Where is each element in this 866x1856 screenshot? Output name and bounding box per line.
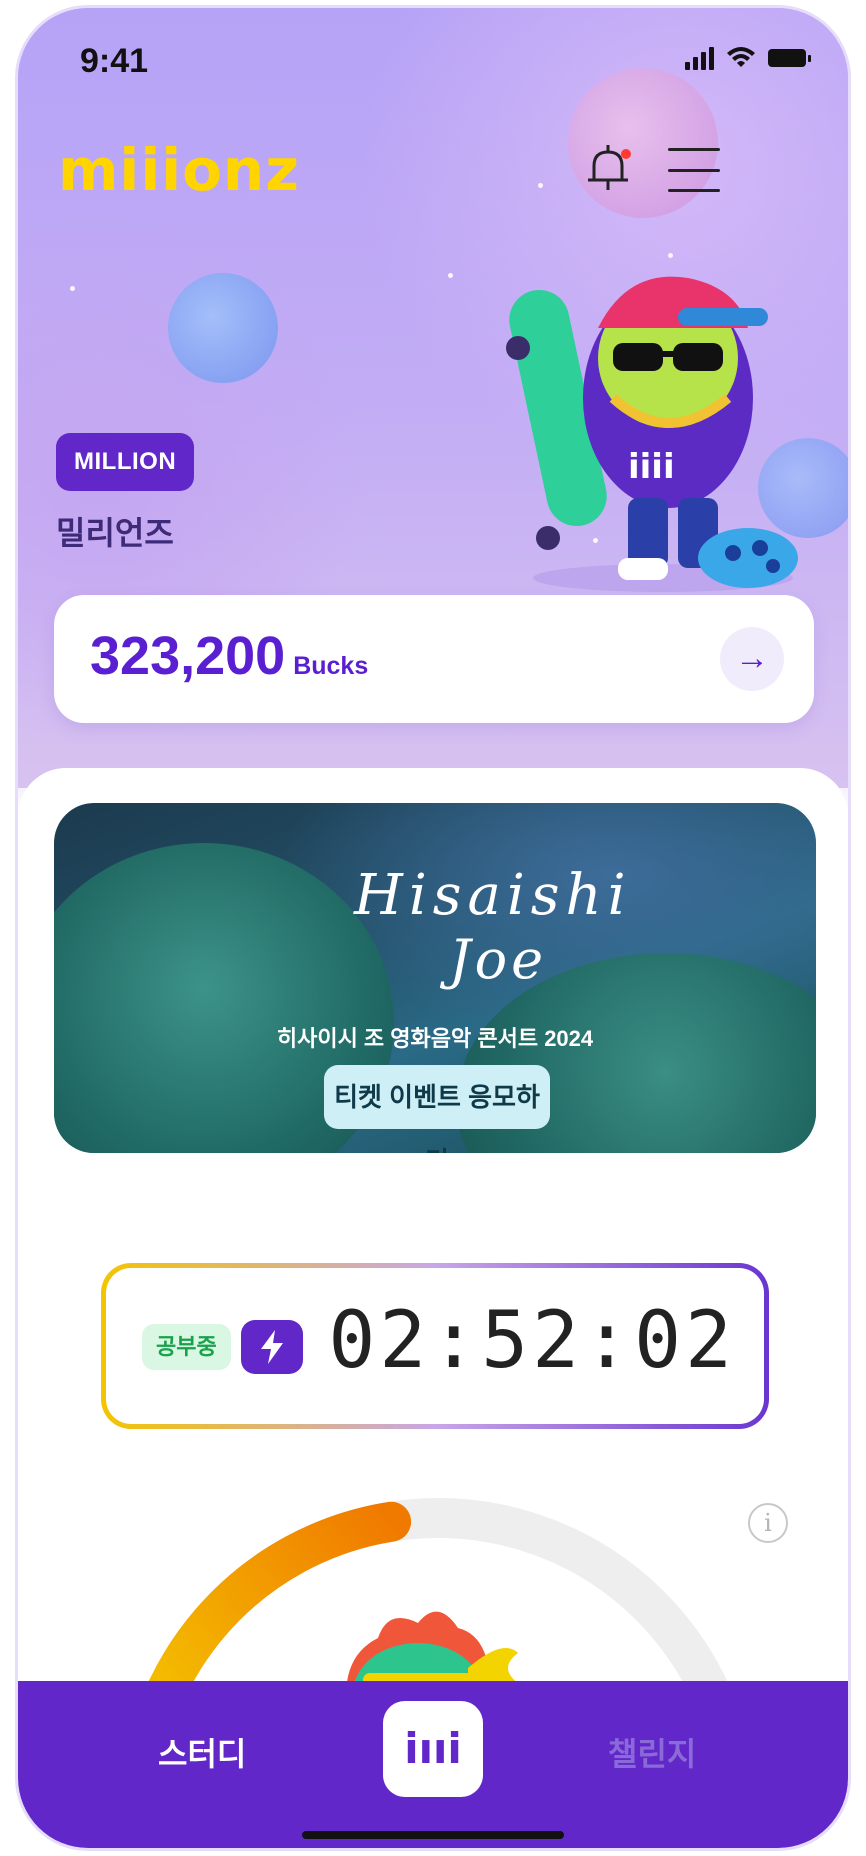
status-icons (685, 46, 811, 70)
tab-home-logo[interactable]: iııi (383, 1701, 483, 1797)
bucks-unit: Bucks (293, 652, 369, 680)
star-decoration (538, 183, 543, 188)
menu-icon[interactable] (668, 148, 720, 192)
star-decoration (70, 286, 75, 291)
banner-title-line1: Hisaishi (354, 863, 632, 928)
status-bar: 9:41 (18, 8, 848, 118)
app-logo: miiionz (58, 136, 300, 204)
bolt-icon[interactable] (241, 1320, 303, 1374)
tab-study[interactable]: 스터디 (158, 1729, 246, 1775)
study-timer-card[interactable]: 공부중 02:52:02 (101, 1263, 769, 1429)
bucks-amount: 323,200 (90, 626, 286, 686)
tab-challenge[interactable]: 챌린지 (608, 1729, 696, 1775)
home-indicator (302, 1831, 564, 1839)
arrow-right-icon[interactable]: → (720, 627, 784, 691)
star-decoration (448, 273, 453, 278)
wifi-icon (727, 47, 755, 67)
signal-icon (685, 46, 714, 70)
battery-icon (768, 49, 811, 67)
status-time: 9:41 (80, 42, 149, 80)
phone-screen: 9:41 miiionz iiii MILLION 밀리언즈 323,200 B… (18, 8, 848, 1848)
event-banner[interactable]: Hisaishi Joe 히사이시 조 영화음악 콘서트 2024 티켓 이벤트… (54, 803, 816, 1153)
banner-title-line2: Joe (449, 928, 548, 991)
svg-text:iiii: iiii (628, 447, 675, 487)
grade-badge: MILLION (56, 433, 195, 491)
mascot-illustration: iiii (506, 276, 798, 592)
bottom-tab-bar: 스터디 iııi 챌린지 (18, 1681, 848, 1848)
bucks-card[interactable]: 323,200 Bucks → (54, 595, 814, 723)
bell-icon[interactable] (578, 140, 638, 200)
user-nickname: 밀리언즈 (56, 515, 174, 551)
study-status-chip: 공부중 (142, 1324, 231, 1370)
bucks-amount-row: 323,200 Bucks (90, 625, 368, 687)
planet-decoration (168, 273, 278, 383)
ticket-event-button[interactable]: 티켓 이벤트 응모하기 (324, 1065, 550, 1153)
banner-subtitle: 히사이시 조 영화음악 콘서트 2024 (276, 1026, 594, 1051)
study-timer-value: 02:52:02 (328, 1296, 736, 1386)
